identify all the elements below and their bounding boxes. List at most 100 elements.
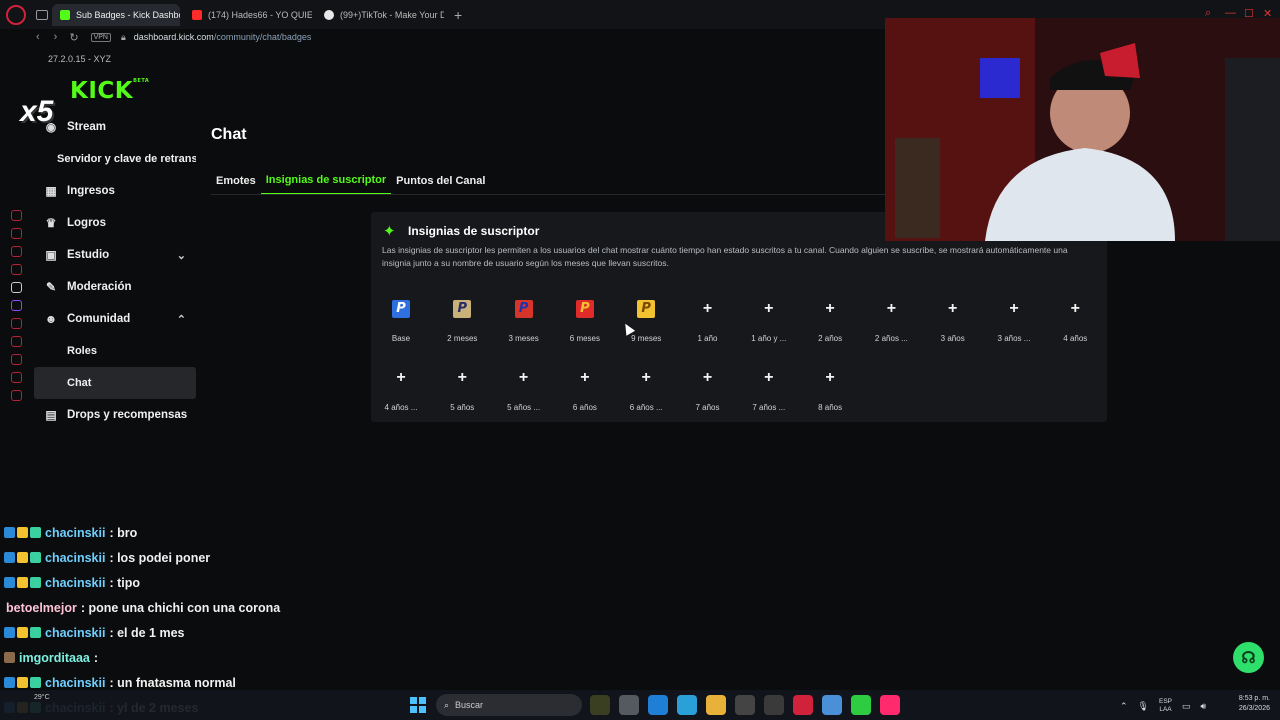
- sidebar-item-stream[interactable]: ◉ Stream: [34, 111, 196, 143]
- logo-beta: BETA: [133, 78, 150, 84]
- badge-slot[interactable]: P 6 meses: [555, 294, 615, 352]
- add-badge-slot[interactable]: +6 años ...: [616, 363, 676, 421]
- rail-app-icon[interactable]: [10, 354, 22, 365]
- tab-channel-points[interactable]: Puntos del Canal: [391, 166, 490, 195]
- sidebar-item-logros[interactable]: ♛ Logros: [34, 207, 196, 239]
- add-badge-slot[interactable]: +1 año y ...: [739, 294, 799, 352]
- badge-label: 2 años: [818, 334, 843, 343]
- kick-favicon-icon: [60, 9, 70, 20]
- rail-app-icon[interactable]: [10, 336, 22, 347]
- reload-icon[interactable]: ↻: [69, 31, 78, 44]
- chevron-up-icon[interactable]: ⌃: [177, 313, 186, 326]
- kick-logo[interactable]: KICKBETA: [70, 78, 149, 104]
- add-badge-slot[interactable]: +1 año: [678, 294, 738, 352]
- lock-icon[interactable]: 🔒︎: [121, 32, 126, 43]
- sidebar-item-roles[interactable]: Roles: [34, 335, 196, 367]
- weather-widget[interactable]: 29°C: [34, 694, 50, 701]
- vpn-badge[interactable]: VPN: [90, 32, 111, 42]
- badge-slot[interactable]: P Base: [371, 294, 431, 352]
- taskbar-app-icon[interactable]: [706, 695, 726, 715]
- sidebar-item-comunidad[interactable]: ☻ Comunidad ⌃: [34, 303, 196, 335]
- add-badge-slot[interactable]: +3 años ...: [984, 294, 1044, 352]
- sidebar-item-ingresos[interactable]: ▦ Ingresos: [34, 175, 196, 207]
- windows-start-icon[interactable]: [410, 697, 426, 713]
- chat-badge-icon: [4, 652, 15, 663]
- taskbar-app-icon[interactable]: [880, 695, 900, 715]
- rail-app-icon[interactable]: [10, 300, 22, 311]
- community-icon: ☻: [44, 312, 58, 326]
- taskbar-app-icon[interactable]: [822, 695, 842, 715]
- add-badge-slot[interactable]: +5 años ...: [494, 363, 554, 421]
- taskbar-app-icon[interactable]: [619, 695, 639, 715]
- plus-glyph: +: [1070, 300, 1080, 317]
- search-icon: ⌕: [444, 699, 450, 710]
- volume-icon[interactable]: 🔊︎: [1201, 701, 1207, 712]
- support-chat-button[interactable]: ☊: [1233, 642, 1264, 673]
- rail-app-icon[interactable]: [10, 228, 22, 239]
- add-badge-slot[interactable]: +6 años: [555, 363, 615, 421]
- add-badge-slot[interactable]: +7 años: [678, 363, 738, 421]
- add-badge-slot[interactable]: +2 años ...: [861, 294, 921, 352]
- taskbar-app-icon[interactable]: [851, 695, 871, 715]
- chat-message: betoelmejor: pone una chichi con una cor…: [0, 595, 360, 620]
- badge-slot[interactable]: P 2 meses: [432, 294, 492, 352]
- forward-icon[interactable]: ›: [54, 31, 58, 43]
- rail-app-icon[interactable]: [10, 372, 22, 383]
- rail-app-icon[interactable]: [10, 264, 22, 275]
- sidebar-item-chat[interactable]: Chat: [34, 367, 196, 399]
- rail-app-icon[interactable]: [10, 246, 22, 257]
- tab-emotes[interactable]: Emotes: [211, 166, 261, 195]
- sidebar-item-moderacion[interactable]: ✎ Moderación: [34, 271, 196, 303]
- plus-glyph: +: [1009, 300, 1019, 317]
- add-badge-slot[interactable]: +4 años: [1045, 294, 1105, 352]
- chevron-up-icon[interactable]: ⌃: [1120, 701, 1128, 712]
- taskbar-app-icon[interactable]: [590, 695, 610, 715]
- taskbar-app-icon[interactable]: [648, 695, 668, 715]
- sidebar-item-server-key[interactable]: Servidor y clave de retransmisión: [34, 143, 196, 175]
- back-icon[interactable]: ‹: [36, 31, 40, 43]
- rail-app-icon[interactable]: [10, 282, 22, 293]
- add-badge-slot[interactable]: +4 años ...: [371, 363, 431, 421]
- plus-glyph: +: [457, 369, 467, 386]
- tab-subscriber-badges[interactable]: Insignias de suscriptor: [260, 166, 392, 195]
- chat-badge-icon: [30, 627, 41, 638]
- taskbar-search[interactable]: ⌕ Buscar: [436, 694, 582, 716]
- badge-label: 6 años: [572, 403, 597, 412]
- sidebar-item-label: Roles: [67, 345, 97, 357]
- add-badge-slot[interactable]: +8 años: [800, 363, 860, 421]
- sidebar-item-label: Chat: [67, 377, 92, 389]
- add-badge-slot[interactable]: +7 años ...: [739, 363, 799, 421]
- badge-label: 3 años: [940, 334, 965, 343]
- tab-overview-icon[interactable]: [36, 9, 48, 20]
- taskbar-app-icon[interactable]: [764, 695, 784, 715]
- taskbar-app-icon[interactable]: [735, 695, 755, 715]
- sidebar-item-drops[interactable]: ▤ Drops y recompensas: [34, 399, 196, 431]
- rail-app-icon[interactable]: [10, 210, 22, 221]
- plus-icon: +: [999, 294, 1029, 324]
- browser-tab-tiktok[interactable]: (99+)TikTok - Make Your Day: [316, 4, 444, 26]
- chevron-down-icon[interactable]: ⌄: [177, 249, 186, 262]
- badge-slot[interactable]: P 3 meses: [494, 294, 554, 352]
- browser-tab-kick[interactable]: Sub Badges - Kick Dashboard: [52, 3, 180, 26]
- taskbar-app-icon[interactable]: [793, 695, 813, 715]
- microphone-icon[interactable]: 🎙︎: [1138, 701, 1149, 712]
- language-indicator[interactable]: ESP LAA: [1159, 698, 1172, 714]
- taskbar-app-icon[interactable]: [677, 695, 697, 715]
- add-badge-slot[interactable]: +5 años: [432, 363, 492, 421]
- add-badge-slot[interactable]: +3 años: [923, 294, 983, 352]
- address-bar[interactable]: ‹ › ↻ VPN 🔒︎ dashboard.kick.com/communit…: [0, 29, 885, 45]
- badge-image: P: [509, 294, 539, 324]
- opera-logo-icon[interactable]: [6, 4, 26, 25]
- taskbar-clock[interactable]: 8:53 p. m. 26/3/2026: [1222, 694, 1270, 714]
- url-text[interactable]: dashboard.kick.com/community/chat/badges: [134, 32, 312, 42]
- rail-app-icon[interactable]: [10, 390, 22, 401]
- rail-app-icon[interactable]: [10, 318, 22, 329]
- new-tab-button[interactable]: +: [454, 7, 462, 23]
- sidebar-item-estudio[interactable]: ▣ Estudio ⌄: [34, 239, 196, 271]
- plus-glyph: +: [580, 369, 590, 386]
- sidebar-item-label: Ingresos: [67, 185, 115, 197]
- network-icon[interactable]: ▭: [1182, 701, 1191, 712]
- url-path: /community/chat/badges: [213, 32, 312, 42]
- add-badge-slot[interactable]: +2 años: [800, 294, 860, 352]
- browser-tab-youtube[interactable]: (174) Hades66 - YO QUIERO: [184, 4, 312, 26]
